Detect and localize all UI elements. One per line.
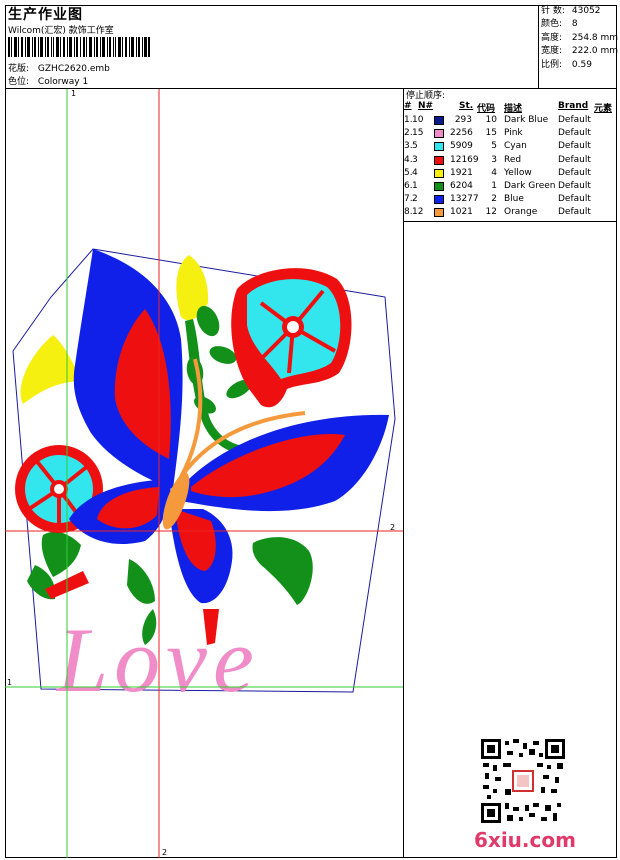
color-swatch (434, 208, 444, 218)
guide-label-v2: 2 (162, 848, 168, 857)
stop-cell-code: 15 (485, 128, 497, 139)
stop-cell-n: 4 (412, 167, 418, 178)
design-canvas: Love (5, 89, 403, 858)
embroidery-design: Love (5, 89, 403, 858)
stop-row: 6. 1 6204 1 Dark Green Default (404, 181, 618, 194)
stop-row: 8. 12 1021 12 Orange Default (404, 207, 618, 220)
stop-cell-n: 15 (412, 128, 424, 139)
col-header-element: 元素 (594, 104, 613, 114)
design-file-row: 花版: GZHC2620.emb (8, 61, 110, 74)
stop-row: 1. 10 293 10 Dark Blue Default (404, 115, 618, 128)
stop-cell-n: 5 (412, 141, 418, 152)
stop-cell-brand: Default (558, 167, 591, 178)
stop-cell-st: 5909 (450, 141, 473, 152)
color-swatch (434, 116, 444, 125)
stop-cell-desc: Dark Blue (504, 115, 549, 125)
stop-cell-st: 2256 (450, 128, 473, 139)
header-stats-divider (538, 5, 539, 89)
col-header-n: N# (418, 101, 434, 111)
panel-divider (403, 222, 404, 858)
stop-cell-brand: Default (558, 128, 591, 139)
color-swatch (434, 142, 444, 152)
stop-cell-st: 13277 (450, 194, 479, 205)
colorway-row: 色位: Colorway 1 (8, 74, 88, 87)
stop-cell-code: 1 (491, 181, 497, 191)
guide-label-h2: 2 (390, 523, 396, 532)
stat-width: 宽度: 222.0 mm (541, 46, 619, 57)
stat-scale: 比例: 0.59 (541, 59, 592, 70)
stop-sequence-title: 停止顺序: (406, 91, 446, 101)
stop-cell-desc: Orange (504, 207, 538, 218)
stop-cell-desc: Pink (504, 128, 523, 139)
stop-cell-st: 1921 (450, 167, 473, 178)
barcode (8, 37, 150, 57)
col-header-code: 代码 (477, 104, 496, 114)
stop-cell-desc: Red (504, 154, 522, 165)
stat-height: 高度: 254.8 mm (541, 32, 619, 43)
color-swatch (434, 182, 444, 191)
stop-cell-code: 3 (491, 154, 497, 165)
stop-cell-n: 3 (412, 154, 418, 165)
stop-cell-desc: Blue (504, 194, 524, 205)
stop-cell-n: 10 (412, 115, 424, 125)
color-swatch (434, 155, 444, 165)
guide-label-h1: 1 (7, 678, 13, 687)
company-name: Wilcom(汇宏) 款饰工作室 (8, 26, 114, 36)
col-header-st: St. (459, 101, 474, 111)
stop-cell-brand: Default (558, 141, 591, 152)
stop-cell-code: 4 (491, 167, 497, 178)
stop-row: 4. 3 12169 3 Red Default (404, 155, 618, 168)
stop-cell-brand: Default (558, 194, 591, 205)
color-swatch (434, 195, 444, 205)
stop-cell-brand: Default (558, 207, 591, 218)
col-header-desc: 描述 (504, 104, 523, 114)
stop-cell-n: 2 (412, 194, 418, 205)
stop-cell-desc: Cyan (504, 141, 527, 152)
stop-cell-st: 6204 (450, 181, 473, 191)
stop-cell-n: 1 (412, 181, 418, 191)
colorway-label: 色位: (8, 77, 30, 87)
stop-cell-brand: Default (558, 154, 591, 165)
flower-right (231, 268, 352, 408)
embroidery-text: Love (55, 609, 260, 711)
colorway-value: Colorway 1 (37, 77, 89, 87)
color-swatch (434, 168, 444, 178)
stop-row: 7. 2 13277 2 Blue Default (404, 194, 618, 207)
stop-cell-st: 12169 (450, 154, 479, 165)
col-header-brand: Brand (558, 101, 589, 111)
yellow-petal-left (20, 335, 83, 404)
guide-label-v1: 1 (71, 89, 77, 98)
sheet-title: 生产作业图 (8, 7, 83, 23)
watermark: 6xiu.com (474, 828, 576, 852)
stop-row: 3. 5 5909 5 Cyan Default (404, 141, 618, 154)
stop-cell-code: 10 (485, 115, 497, 125)
stop-cell-brand: Default (558, 115, 591, 125)
design-file-label: 花版: (8, 64, 30, 74)
stop-cell-code: 2 (491, 194, 497, 205)
stop-sequence-panel: 停止顺序: # N# St. 代码 描述 Brand 元素 1. 10 293 10 D… (403, 88, 617, 222)
qr-code (481, 739, 565, 823)
color-swatch (434, 129, 444, 139)
stop-row: 2. 15 2256 15 Pink Default (404, 128, 618, 141)
stop-cell-code: 12 (485, 207, 497, 218)
stat-stitches: 针 数: 43052 (541, 6, 601, 16)
design-file-value: GZHC2620.emb (37, 64, 110, 74)
stop-cell-desc: Dark Green (504, 181, 556, 191)
stop-cell-st: 293 (454, 115, 472, 125)
stop-cell-desc: Yellow (504, 167, 532, 178)
stop-row: 5. 4 1921 4 Yellow Default (404, 168, 618, 181)
stat-colors: 颜色: 8 (541, 19, 578, 30)
stop-cell-brand: Default (558, 181, 591, 191)
stats-panel: 针 数: 43052 颜色: 8 高度: 254.8 mm 宽度: 222.0 … (541, 5, 618, 72)
stop-cell-code: 5 (491, 141, 497, 152)
col-header-num: # (404, 101, 412, 111)
stop-cell-st: 1021 (450, 207, 473, 218)
stop-cell-n: 12 (412, 207, 424, 218)
